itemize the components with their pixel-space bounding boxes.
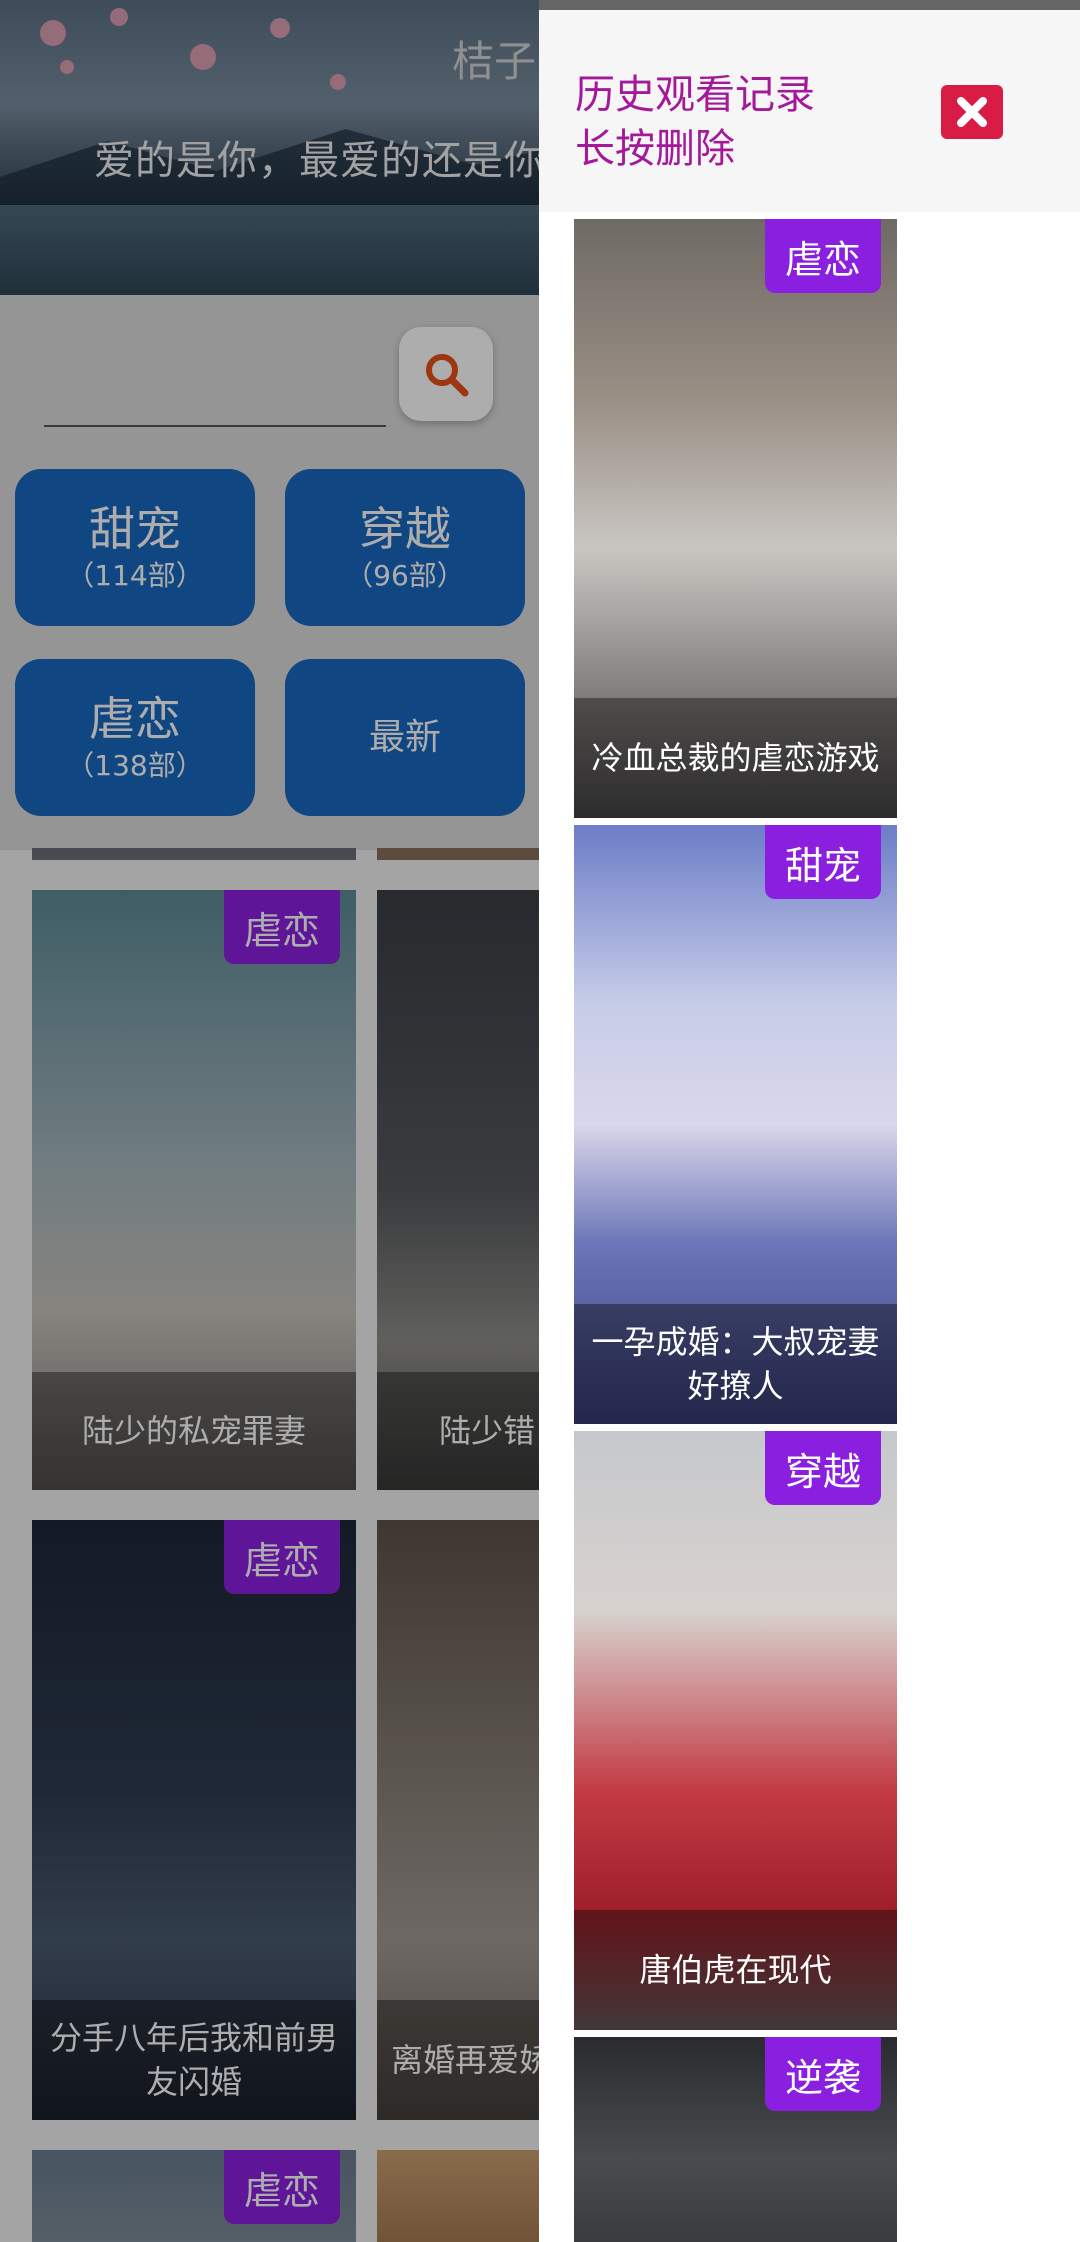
genre-badge: 穿越 (764, 1431, 881, 1505)
dim-overlay[interactable] (0, 0, 540, 2242)
history-item[interactable]: 甜宠 一孕成婚：大叔宠妻好撩人 (574, 825, 897, 1424)
drawer-subtitle: 长按删除 (575, 126, 735, 172)
drawer-top-bar (539, 0, 1080, 10)
history-item[interactable]: 逆袭 (574, 2037, 897, 2242)
close-icon (957, 97, 987, 127)
history-title: 冷血总裁的虐恋游戏 (574, 698, 897, 818)
genre-badge: 逆袭 (764, 2037, 881, 2111)
genre-badge: 甜宠 (764, 825, 881, 899)
genre-badge: 虐恋 (764, 219, 881, 293)
close-button[interactable] (941, 85, 1003, 139)
history-item[interactable]: 虐恋 冷血总裁的虐恋游戏 (574, 219, 897, 818)
history-item[interactable]: 穿越 唐伯虎在现代 (574, 1431, 897, 2030)
drawer-title: 历史观看记录 (575, 72, 815, 118)
history-title: 一孕成婚：大叔宠妻好撩人 (574, 1304, 897, 1424)
history-title: 唐伯虎在现代 (574, 1910, 897, 2030)
